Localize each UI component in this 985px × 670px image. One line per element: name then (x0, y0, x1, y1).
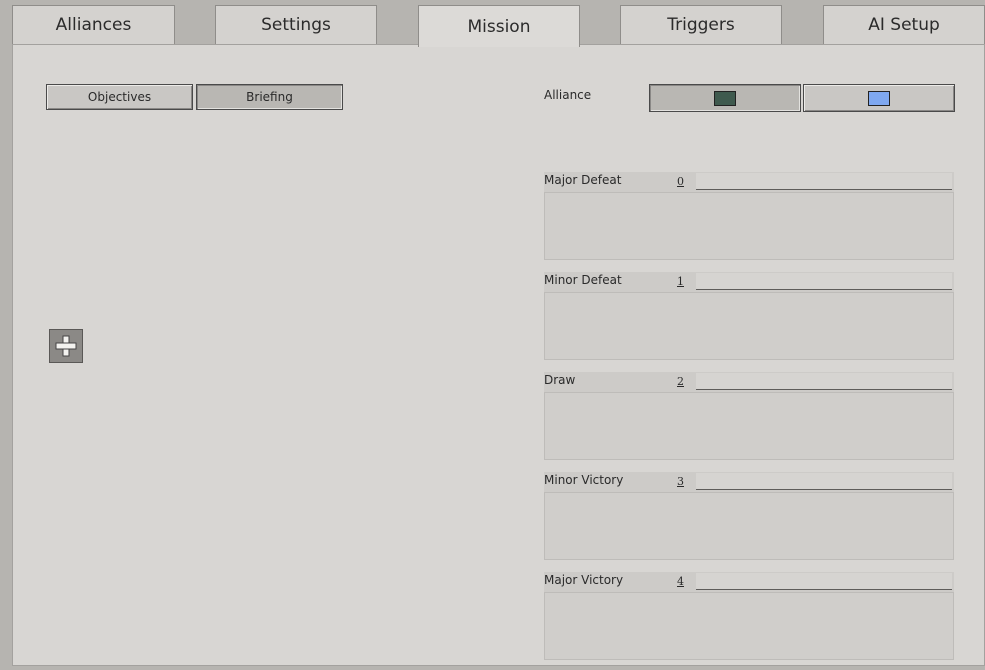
outcome-number: 1 (677, 275, 684, 288)
tab-ai-setup[interactable]: AI Setup (823, 5, 985, 44)
outcome-number: 2 (677, 375, 684, 388)
outcome-title-field[interactable] (696, 573, 952, 590)
briefing-button[interactable]: Briefing (196, 84, 343, 110)
objectives-label: Objectives (87, 90, 152, 104)
outcome-text-area[interactable] (544, 492, 954, 560)
outcome-text-area[interactable] (544, 292, 954, 360)
add-objective-button[interactable] (49, 329, 83, 363)
tab-triggers[interactable]: Triggers (620, 5, 782, 44)
outcome-title-field[interactable] (696, 273, 952, 290)
outcome-title-field[interactable] (696, 373, 952, 390)
dark-green-swatch-icon (714, 90, 736, 106)
plus-icon (55, 335, 77, 357)
outcome-number: 0 (677, 175, 684, 188)
alliance-label: Alliance (544, 88, 592, 102)
alliance-button-2[interactable] (803, 84, 955, 112)
outcome-number: 4 (677, 575, 684, 588)
outcome-title-field[interactable] (696, 473, 952, 490)
light-blue-swatch-icon (868, 90, 890, 106)
tab-label: AI Setup (868, 15, 940, 35)
outcome-label: Minor Defeat (544, 273, 622, 287)
tab-settings[interactable]: Settings (215, 5, 377, 44)
tab-label: Triggers (667, 15, 735, 35)
outcome-title-field[interactable] (696, 173, 952, 190)
editor-window: Alliances Settings Mission Triggers AI S… (0, 0, 985, 670)
alliance-button-1[interactable] (649, 84, 801, 112)
outcome-number: 3 (677, 475, 684, 488)
tab-label: Settings (261, 15, 331, 35)
outcome-text-area[interactable] (544, 592, 954, 660)
outcome-label: Minor Victory (544, 473, 624, 487)
briefing-label: Briefing (246, 90, 293, 104)
outcome-label: Major Victory (544, 573, 624, 587)
tab-alliances[interactable]: Alliances (12, 5, 175, 44)
outcome-text-area[interactable] (544, 192, 954, 260)
outcome-label: Draw (544, 373, 576, 387)
tab-label: Mission (467, 16, 531, 37)
objectives-button[interactable]: Objectives (46, 84, 193, 110)
outcome-label: Major Defeat (544, 173, 622, 187)
tab-label: Alliances (55, 15, 132, 35)
mission-panel: Objectives Briefing Alliance Major Defea… (12, 44, 985, 666)
outcome-text-area[interactable] (544, 392, 954, 460)
tab-mission[interactable]: Mission (418, 5, 580, 47)
